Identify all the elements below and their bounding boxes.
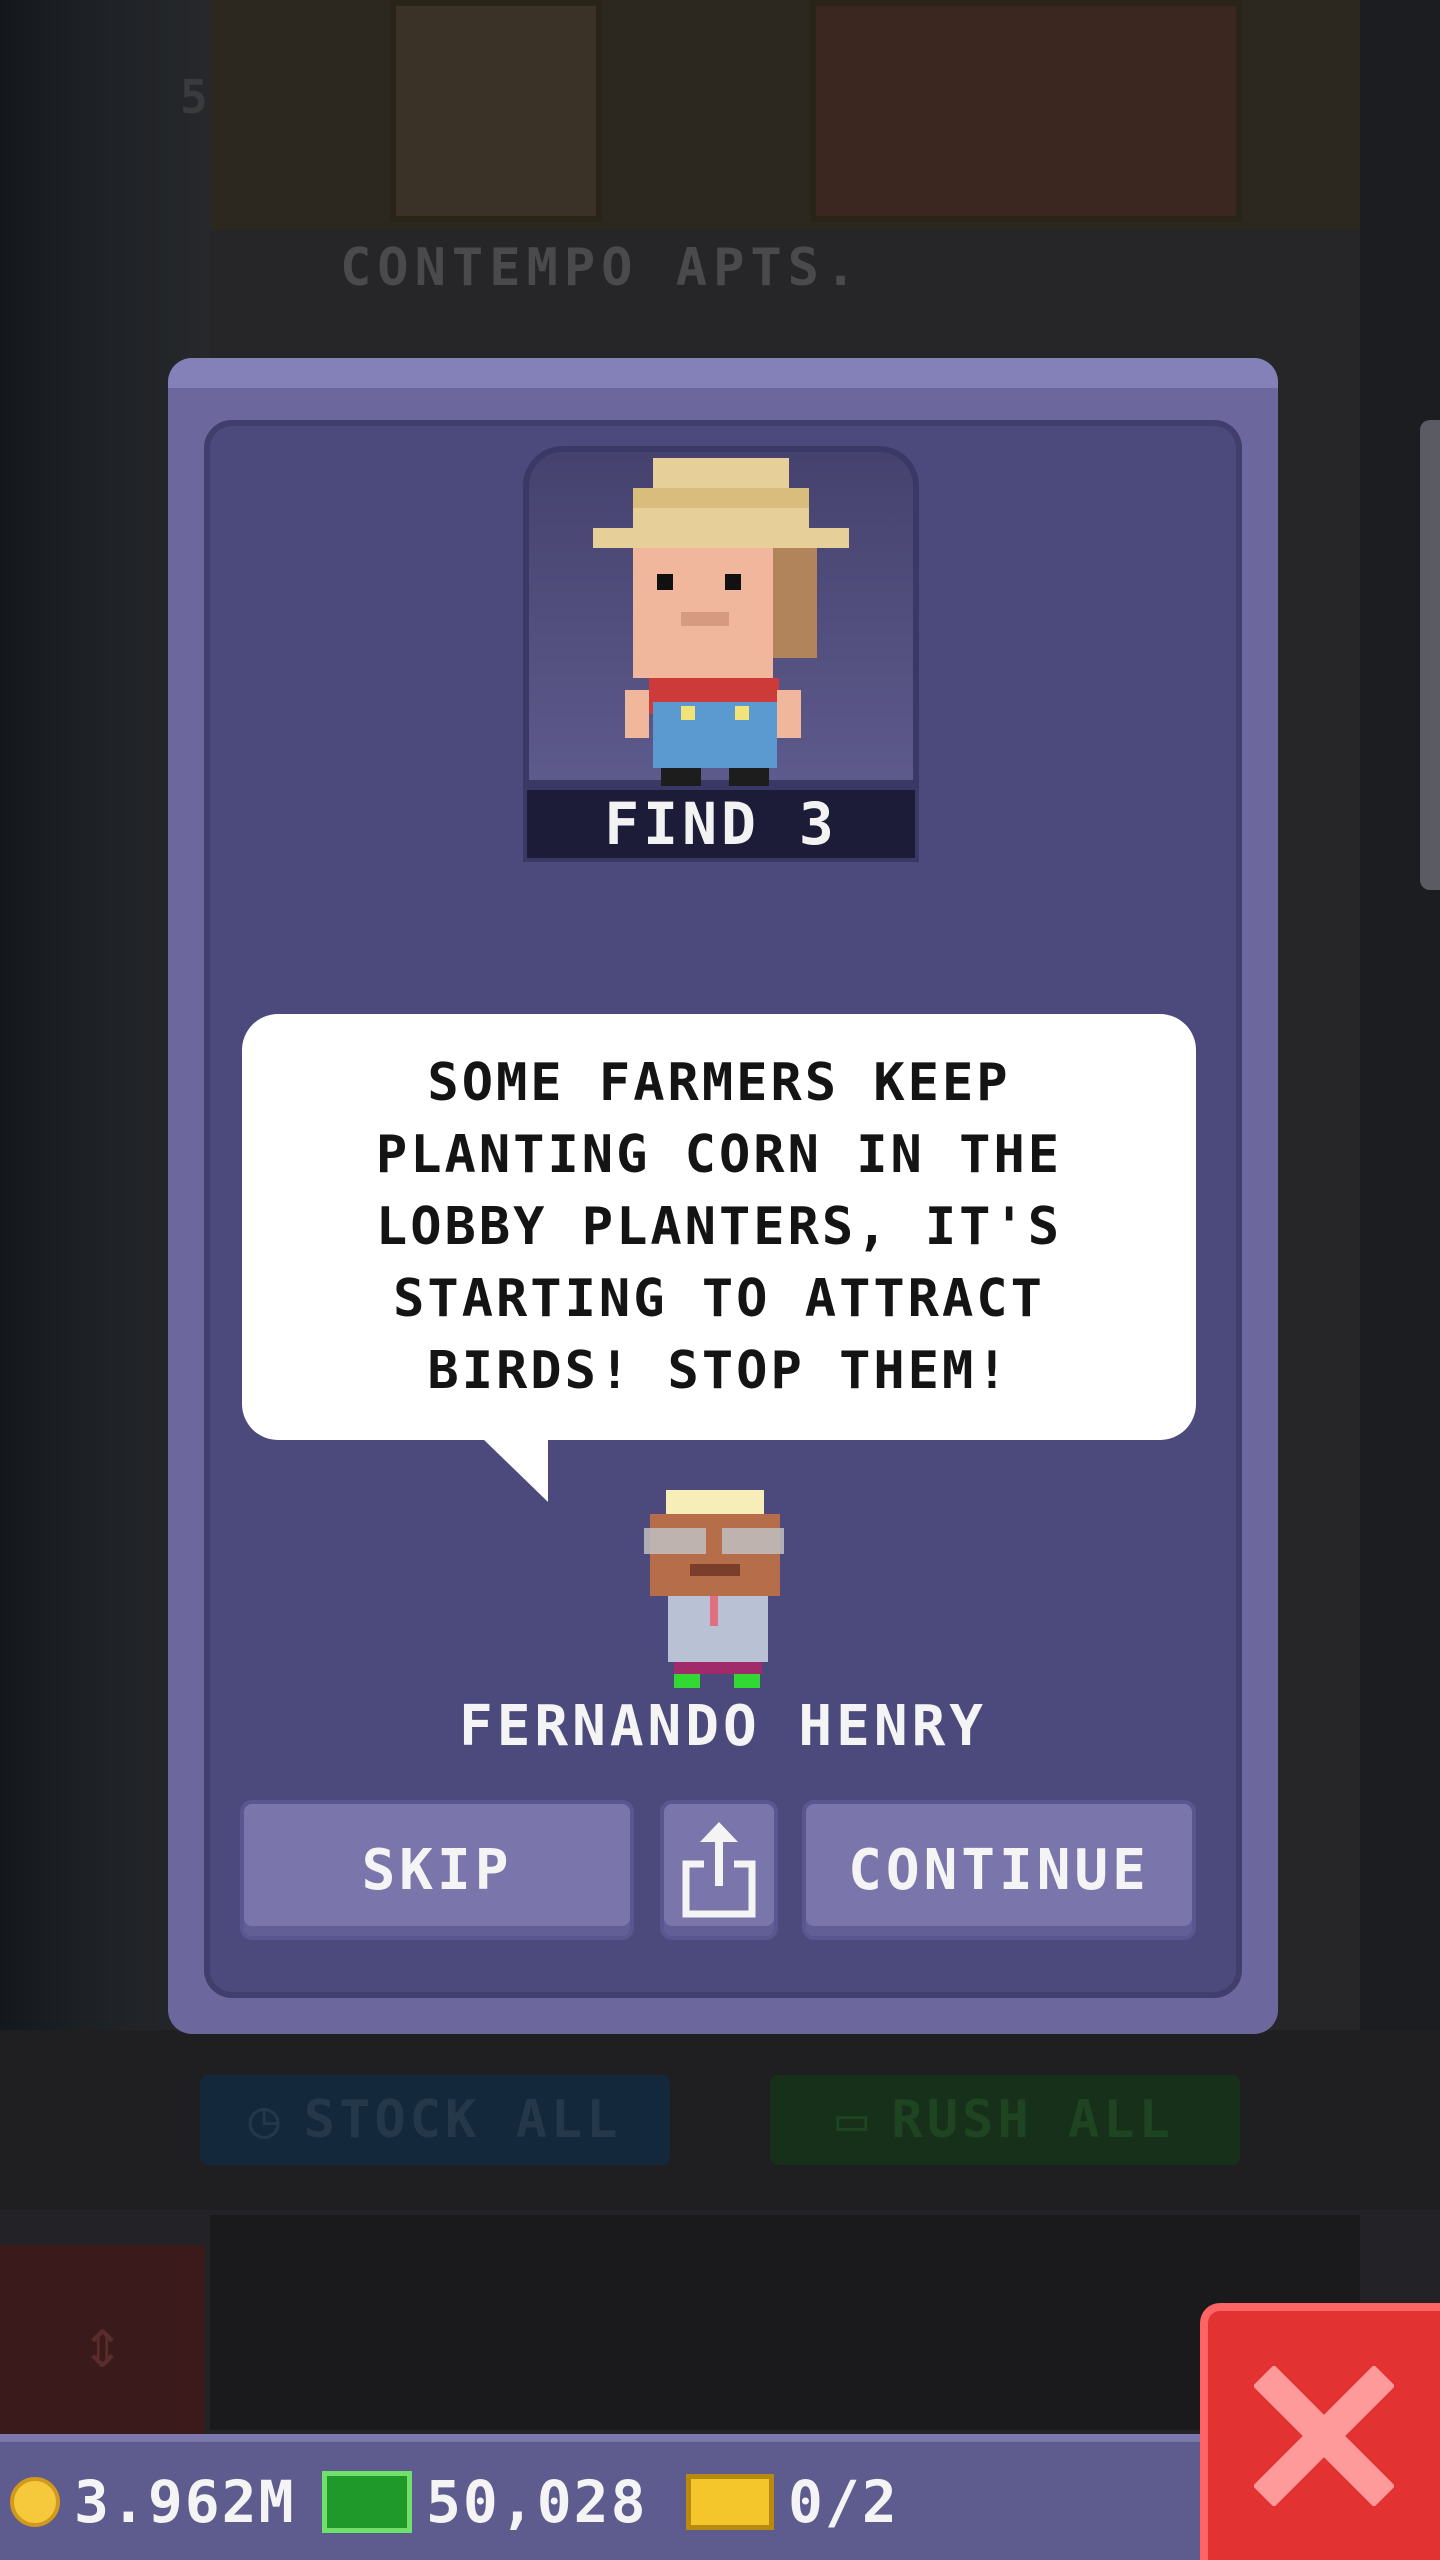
coins-counter[interactable]: 3.962M bbox=[10, 2468, 296, 2536]
speaker-avatar-icon bbox=[644, 1490, 784, 1688]
floor-decor bbox=[810, 0, 1242, 222]
speech-bubble: SOME FARMERS KEEP PLANTING CORN IN THE L… bbox=[242, 1014, 1196, 1440]
stock-all-button[interactable]: ◷ STOCK ALL bbox=[200, 2075, 670, 2165]
lobby-floor bbox=[210, 2215, 1360, 2430]
farmer-sprite-icon bbox=[593, 458, 849, 790]
bux-icon bbox=[322, 2471, 412, 2533]
clock-icon: ◷ bbox=[248, 2090, 284, 2150]
close-icon bbox=[1254, 2365, 1394, 2506]
up-down-arrows-icon: ⇕ bbox=[81, 2301, 124, 2384]
skip-button[interactable]: SKIP bbox=[240, 1800, 634, 1940]
mission-speech-text: SOME FARMERS KEEP PLANTING CORN IN THE L… bbox=[375, 1053, 1063, 1401]
elevator-button[interactable]: ⇕ bbox=[0, 2245, 205, 2440]
tower-right-edge bbox=[1360, 0, 1440, 2030]
continue-button[interactable]: CONTINUE bbox=[802, 1800, 1196, 1940]
coins-value: 3.962M bbox=[74, 2468, 296, 2536]
speaker-name: FERNANDO HENRY bbox=[458, 1694, 987, 1759]
bux-value: 50,028 bbox=[426, 2468, 648, 2536]
bux-counter[interactable]: 50,028 bbox=[322, 2468, 648, 2536]
stock-all-label: STOCK ALL bbox=[303, 2090, 622, 2150]
ticket-icon bbox=[686, 2474, 774, 2530]
currency-bar: 3.962M 50,028 0/2 bbox=[0, 2434, 1200, 2560]
tickets-counter[interactable]: 0/2 bbox=[686, 2468, 899, 2536]
mission-target-label: FIND 3 bbox=[523, 786, 919, 862]
close-button[interactable] bbox=[1200, 2303, 1440, 2560]
skip-label: SKIP bbox=[361, 1837, 513, 1903]
rush-all-button[interactable]: ▭ RUSH ALL bbox=[770, 2075, 1240, 2165]
target-portrait: FIND 3 bbox=[523, 446, 919, 866]
floor-upper bbox=[210, 0, 1360, 240]
share-button[interactable] bbox=[660, 1800, 778, 1940]
floor-window bbox=[390, 0, 602, 222]
rush-all-label: RUSH ALL bbox=[891, 2090, 1174, 2150]
portrait-frame bbox=[523, 446, 919, 790]
floor-sign: CONTEMPO APTS. bbox=[340, 238, 863, 298]
bux-icon: ▭ bbox=[836, 2090, 872, 2150]
dialog-top-edge bbox=[168, 358, 1278, 388]
continue-label: CONTINUE bbox=[848, 1837, 1150, 1903]
tickets-value: 0/2 bbox=[788, 2468, 899, 2536]
share-icon bbox=[682, 1822, 756, 1918]
floor-number: 5 bbox=[180, 70, 208, 124]
scroll-handle[interactable] bbox=[1420, 420, 1440, 890]
coin-icon bbox=[10, 2477, 60, 2527]
speech-bubble-tail bbox=[480, 1436, 548, 1502]
